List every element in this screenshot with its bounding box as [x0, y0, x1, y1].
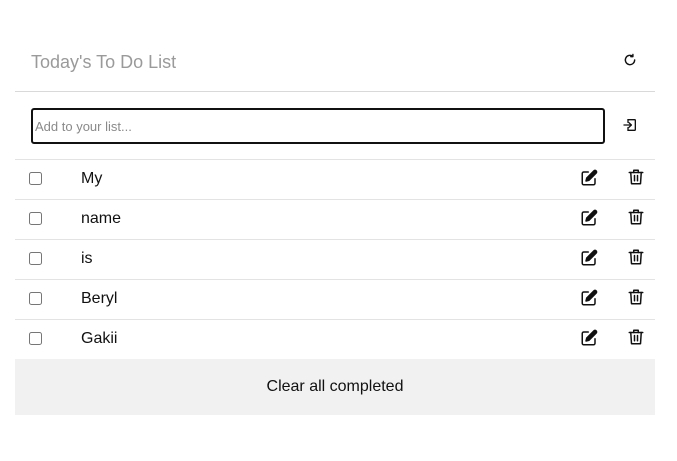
page-title: Today's To Do List: [31, 52, 177, 72]
todo-checkbox[interactable]: [29, 212, 42, 225]
refresh-icon: [623, 53, 637, 67]
edit-icon[interactable]: [580, 169, 598, 187]
list-item: My: [15, 160, 655, 200]
todo-text[interactable]: My: [81, 170, 102, 188]
trash-icon[interactable]: [627, 168, 645, 186]
list-item: Gakii: [15, 320, 655, 359]
todo-checkbox[interactable]: [29, 332, 42, 345]
clear-completed-label: Clear all completed: [266, 378, 404, 395]
list-item: name: [15, 200, 655, 240]
edit-icon[interactable]: [580, 329, 598, 347]
todo-text[interactable]: name: [81, 210, 121, 228]
trash-icon[interactable]: [627, 288, 645, 306]
edit-icon[interactable]: [580, 289, 598, 307]
trash-icon[interactable]: [627, 248, 645, 266]
todo-checkbox[interactable]: [29, 292, 42, 305]
trash-icon[interactable]: [627, 208, 645, 226]
list-item: Beryl: [15, 280, 655, 320]
refresh-button[interactable]: [621, 51, 639, 69]
enter-icon: [622, 117, 638, 133]
todo-text[interactable]: Beryl: [81, 290, 117, 308]
add-item-submit-button[interactable]: [621, 116, 639, 134]
edit-icon[interactable]: [580, 209, 598, 227]
todo-text[interactable]: is: [81, 250, 93, 268]
todo-checkbox[interactable]: [29, 172, 42, 185]
add-item-row: [15, 92, 655, 160]
add-item-input[interactable]: [31, 108, 605, 144]
edit-icon[interactable]: [580, 249, 598, 267]
clear-completed-button[interactable]: Clear all completed: [15, 359, 655, 415]
todo-text[interactable]: Gakii: [81, 330, 117, 348]
todo-list: My name is Beryl Gakii: [15, 160, 655, 359]
todo-header: Today's To Do List: [15, 32, 655, 92]
list-item: is: [15, 240, 655, 280]
todo-card: Today's To Do List Add to your list... M…: [15, 32, 655, 415]
trash-icon[interactable]: [627, 328, 645, 346]
todo-checkbox[interactable]: [29, 252, 42, 265]
